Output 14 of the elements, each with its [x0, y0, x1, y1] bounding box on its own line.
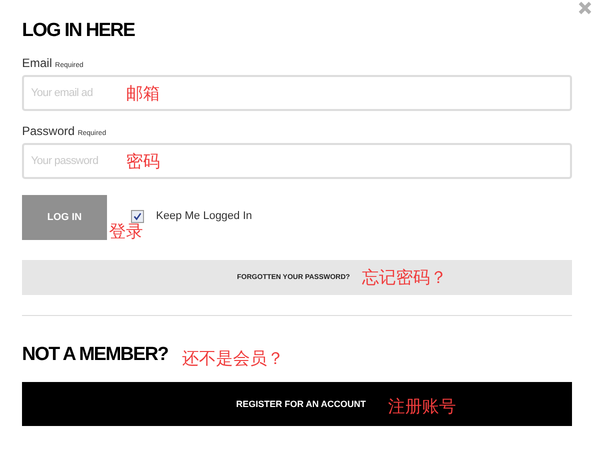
annotation: 登录	[109, 221, 143, 243]
field-label: Email	[22, 56, 52, 71]
annotation: 还不是会员？	[182, 348, 284, 370]
register-label: REGISTER FOR AN ACCOUNT	[236, 399, 366, 409]
annotation: 忘记密码？	[362, 267, 447, 289]
checkbox-label: Keep Me Logged In	[156, 210, 252, 222]
annotation: 注册账号	[388, 396, 456, 418]
field-label: Password	[22, 124, 75, 139]
checkbox[interactable]	[131, 210, 144, 222]
annotation: 邮箱	[126, 82, 160, 104]
annotation: 密码	[126, 150, 160, 172]
section-heading: NOT A MEMBER?	[22, 344, 168, 366]
register-button[interactable]: REGISTER FOR AN ACCOUNT 注册账号	[22, 382, 572, 426]
form-title: LOG IN HERE	[22, 19, 136, 43]
